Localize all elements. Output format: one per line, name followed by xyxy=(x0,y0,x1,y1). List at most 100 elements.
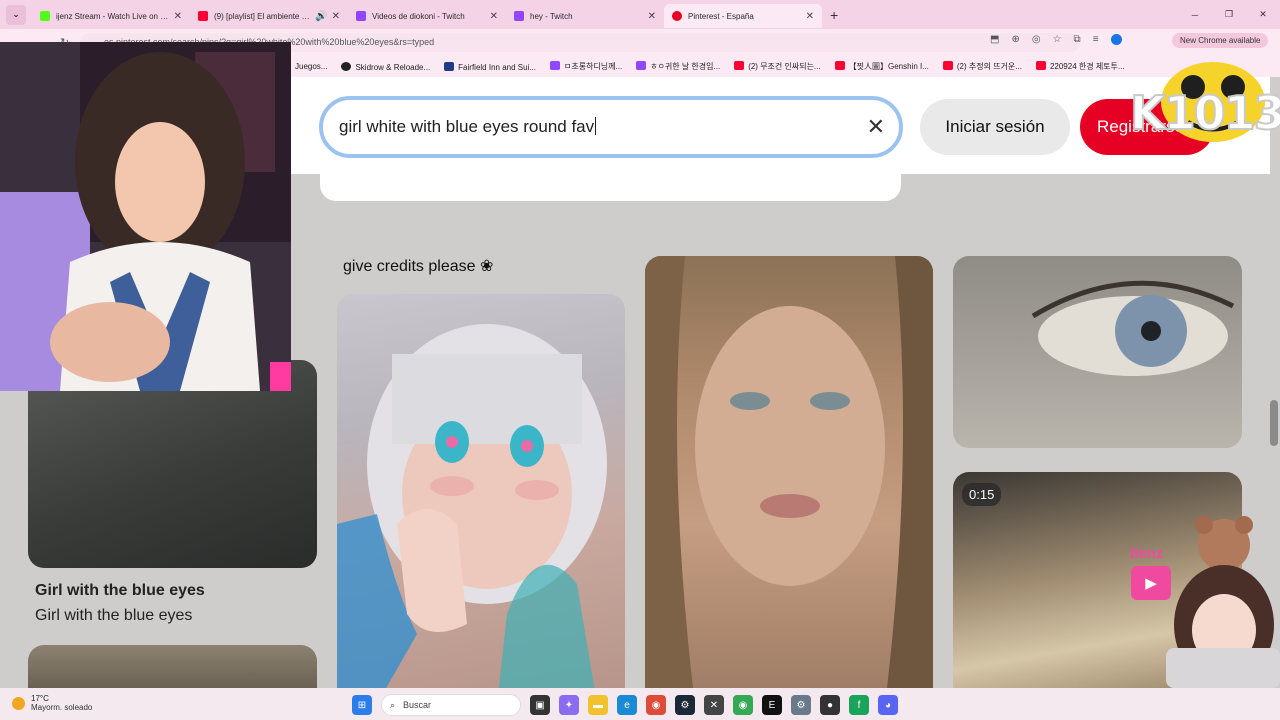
minimize-icon[interactable]: ─ xyxy=(1178,10,1212,20)
youtube-icon xyxy=(734,61,745,70)
twitch-icon xyxy=(636,61,647,70)
bookmark-label: Fairfield Inn and Sui... xyxy=(458,62,536,72)
bookmark-item[interactable]: 【찟人圖】Genshin I... xyxy=(834,61,929,72)
login-button[interactable]: Iniciar sesión xyxy=(920,99,1070,155)
taskbar: 17°C Mayorm. soleado ⊞ ⌕ Buscar ▣ ✦ ▬ e … xyxy=(0,688,1280,720)
media-icon[interactable]: ≡ xyxy=(1093,34,1099,45)
pin-image-dark[interactable] xyxy=(28,360,317,568)
chrome-icon[interactable]: ◉ xyxy=(646,695,666,715)
sun-icon xyxy=(12,696,25,710)
portrait-photo xyxy=(645,256,933,705)
clear-search-icon[interactable]: ✕ xyxy=(867,114,885,140)
bookmark-icon xyxy=(444,61,455,71)
close-tab-icon[interactable]: ✕ xyxy=(490,11,498,22)
pin-caption: give credits please ❀ xyxy=(343,258,494,275)
pin-title[interactable]: Girl with the blue eyes xyxy=(35,582,205,600)
steam-icon[interactable]: ⚙ xyxy=(675,695,695,715)
youtube-favicon-icon xyxy=(198,11,208,21)
tab-title: ijenz Stream - Watch Live on K... xyxy=(56,11,170,21)
bookmark-item[interactable]: Skidrow & Reloade... xyxy=(341,61,431,72)
tab-twitch-videos[interactable]: Videos de diokoni - Twitch ✕ xyxy=(348,4,506,28)
maximize-icon[interactable]: ❐ xyxy=(1212,9,1246,20)
page-scrollbar[interactable] xyxy=(1270,400,1278,446)
pin-subtitle: Girl with the blue eyes xyxy=(35,607,193,624)
bookmark-star-icon[interactable]: ☆ xyxy=(1053,34,1062,45)
extensions-icon[interactable]: ⧉ xyxy=(1074,34,1081,45)
close-tab-icon[interactable]: ✕ xyxy=(806,11,814,22)
settings-icon[interactable]: ⚙ xyxy=(791,695,811,715)
youtube-icon xyxy=(942,61,953,70)
copilot-icon[interactable]: ✦ xyxy=(559,695,579,715)
weather-desc: Mayorm. soleado xyxy=(31,703,93,712)
bookmark-item[interactable]: (2) 무조건 인싸되는... xyxy=(734,61,821,72)
address-actions: ⬒ ⊕ ◎ ☆ ⧉ ≡ xyxy=(990,34,1122,45)
close-tab-icon[interactable]: ✕ xyxy=(174,11,182,22)
screen: ⌄ ijenz Stream - Watch Live on K... ✕ (9… xyxy=(0,0,1280,720)
obs-icon[interactable]: ● xyxy=(820,695,840,715)
tab-kick[interactable]: ijenz Stream - Watch Live on K... ✕ xyxy=(32,4,190,28)
xbox-icon[interactable]: ✕ xyxy=(704,695,724,715)
bookmark-label: ㅁ초롱하디닝께... xyxy=(564,62,623,71)
search-suggestions xyxy=(320,170,901,201)
play-icon: ▶ xyxy=(1131,566,1171,600)
discord-icon[interactable]: ◕ xyxy=(878,695,898,715)
bookmark-item[interactable]: ㅁ초롱하디닝께... xyxy=(550,61,622,72)
bookmark-label: ㅎㅇ귀한 날 한경입... xyxy=(650,62,721,71)
pin-image-anime[interactable] xyxy=(337,294,625,704)
profile-icon[interactable] xyxy=(1110,34,1122,45)
pinterest-favicon-icon xyxy=(672,11,682,21)
search-icon: ⌕ xyxy=(390,699,396,710)
close-window-icon[interactable]: ✕ xyxy=(1246,9,1280,20)
tab-title: hey - Twitch xyxy=(530,11,573,21)
bookmark-label: (2) 추정의 뜨거운... xyxy=(956,62,1022,71)
epic-games-icon[interactable]: E xyxy=(762,695,782,715)
tab-bar: ⌄ ijenz Stream - Watch Live on K... ✕ (9… xyxy=(0,0,1280,29)
zoom-icon[interactable]: ⊕ xyxy=(1011,34,1019,45)
bookmark-item[interactable]: Juegos... xyxy=(295,62,327,71)
edge-icon[interactable]: e xyxy=(617,695,637,715)
streamer-webcam xyxy=(0,42,291,391)
pin-image-blue-eye[interactable] xyxy=(953,256,1242,448)
pin-image-portrait[interactable] xyxy=(645,256,933,705)
task-view-icon[interactable]: ▣ xyxy=(530,695,550,715)
bookmark-label: (2) 무조건 인싸되는... xyxy=(748,62,821,71)
install-icon[interactable]: ⬒ xyxy=(990,34,999,45)
video-duration-badge: 0:15 xyxy=(962,483,1002,506)
new-tab-button[interactable]: + xyxy=(830,7,838,23)
blue-eye-photo xyxy=(1031,280,1235,376)
file-explorer-icon[interactable]: ▬ xyxy=(588,695,608,715)
channel-name: Ilenz xyxy=(1130,545,1164,562)
twitch-favicon-icon xyxy=(514,11,524,21)
windows-start-icon[interactable]: ⊞ xyxy=(352,695,372,715)
tab-twitch-hey[interactable]: hey - Twitch ✕ xyxy=(506,4,664,28)
chrome-profile-icon[interactable]: ◉ xyxy=(733,695,753,715)
bookmark-icon xyxy=(341,61,352,71)
bookmark-item[interactable]: 220924 한경 제토투... xyxy=(1035,61,1125,72)
app-green-icon[interactable]: f xyxy=(849,695,869,715)
weather-widget[interactable]: 17°C Mayorm. soleado xyxy=(12,694,92,712)
bookmark-item[interactable]: (2) 추정의 뜨거운... xyxy=(942,61,1022,72)
window-controls: ─ ❐ ✕ xyxy=(1178,0,1280,29)
youtube-icon xyxy=(834,61,845,70)
tab-title: Pinterest - España xyxy=(688,11,754,21)
tab-pinterest[interactable]: Pinterest - España ✕ xyxy=(664,4,822,28)
weather-temp: 17°C xyxy=(31,694,49,703)
tab-search-button[interactable]: ⌄ xyxy=(6,4,26,25)
tab-title: Videos de diokoni - Twitch xyxy=(372,11,465,21)
bookmark-label: Skidrow & Reloade... xyxy=(355,62,431,72)
bookmark-item[interactable]: ㅎㅇ귀한 날 한경입... xyxy=(636,61,720,72)
close-tab-icon[interactable]: ✕ xyxy=(332,11,340,22)
vtuber-avatar xyxy=(1166,516,1280,688)
search-input[interactable]: girl white with blue eyes round fav xyxy=(339,117,867,137)
taskbar-search[interactable]: ⌕ Buscar xyxy=(381,694,521,716)
search-box[interactable]: girl white with blue eyes round fav ✕ xyxy=(319,96,903,158)
close-tab-icon[interactable]: ✕ xyxy=(648,11,656,22)
speaker-icon[interactable]: 🔊 xyxy=(315,11,327,22)
eye-off-icon[interactable]: ◎ xyxy=(1032,34,1041,45)
bookmark-label: 220924 한경 제토투... xyxy=(1049,62,1125,71)
taskbar-search-placeholder: Buscar xyxy=(403,700,432,710)
tab-youtube[interactable]: (9) [playlist] El ambiente es... 🔊 ✕ xyxy=(190,4,348,28)
bookmark-item[interactable]: Fairfield Inn and Sui... xyxy=(444,61,536,72)
webcam-feed xyxy=(0,42,291,391)
twitch-favicon-icon xyxy=(356,11,366,21)
